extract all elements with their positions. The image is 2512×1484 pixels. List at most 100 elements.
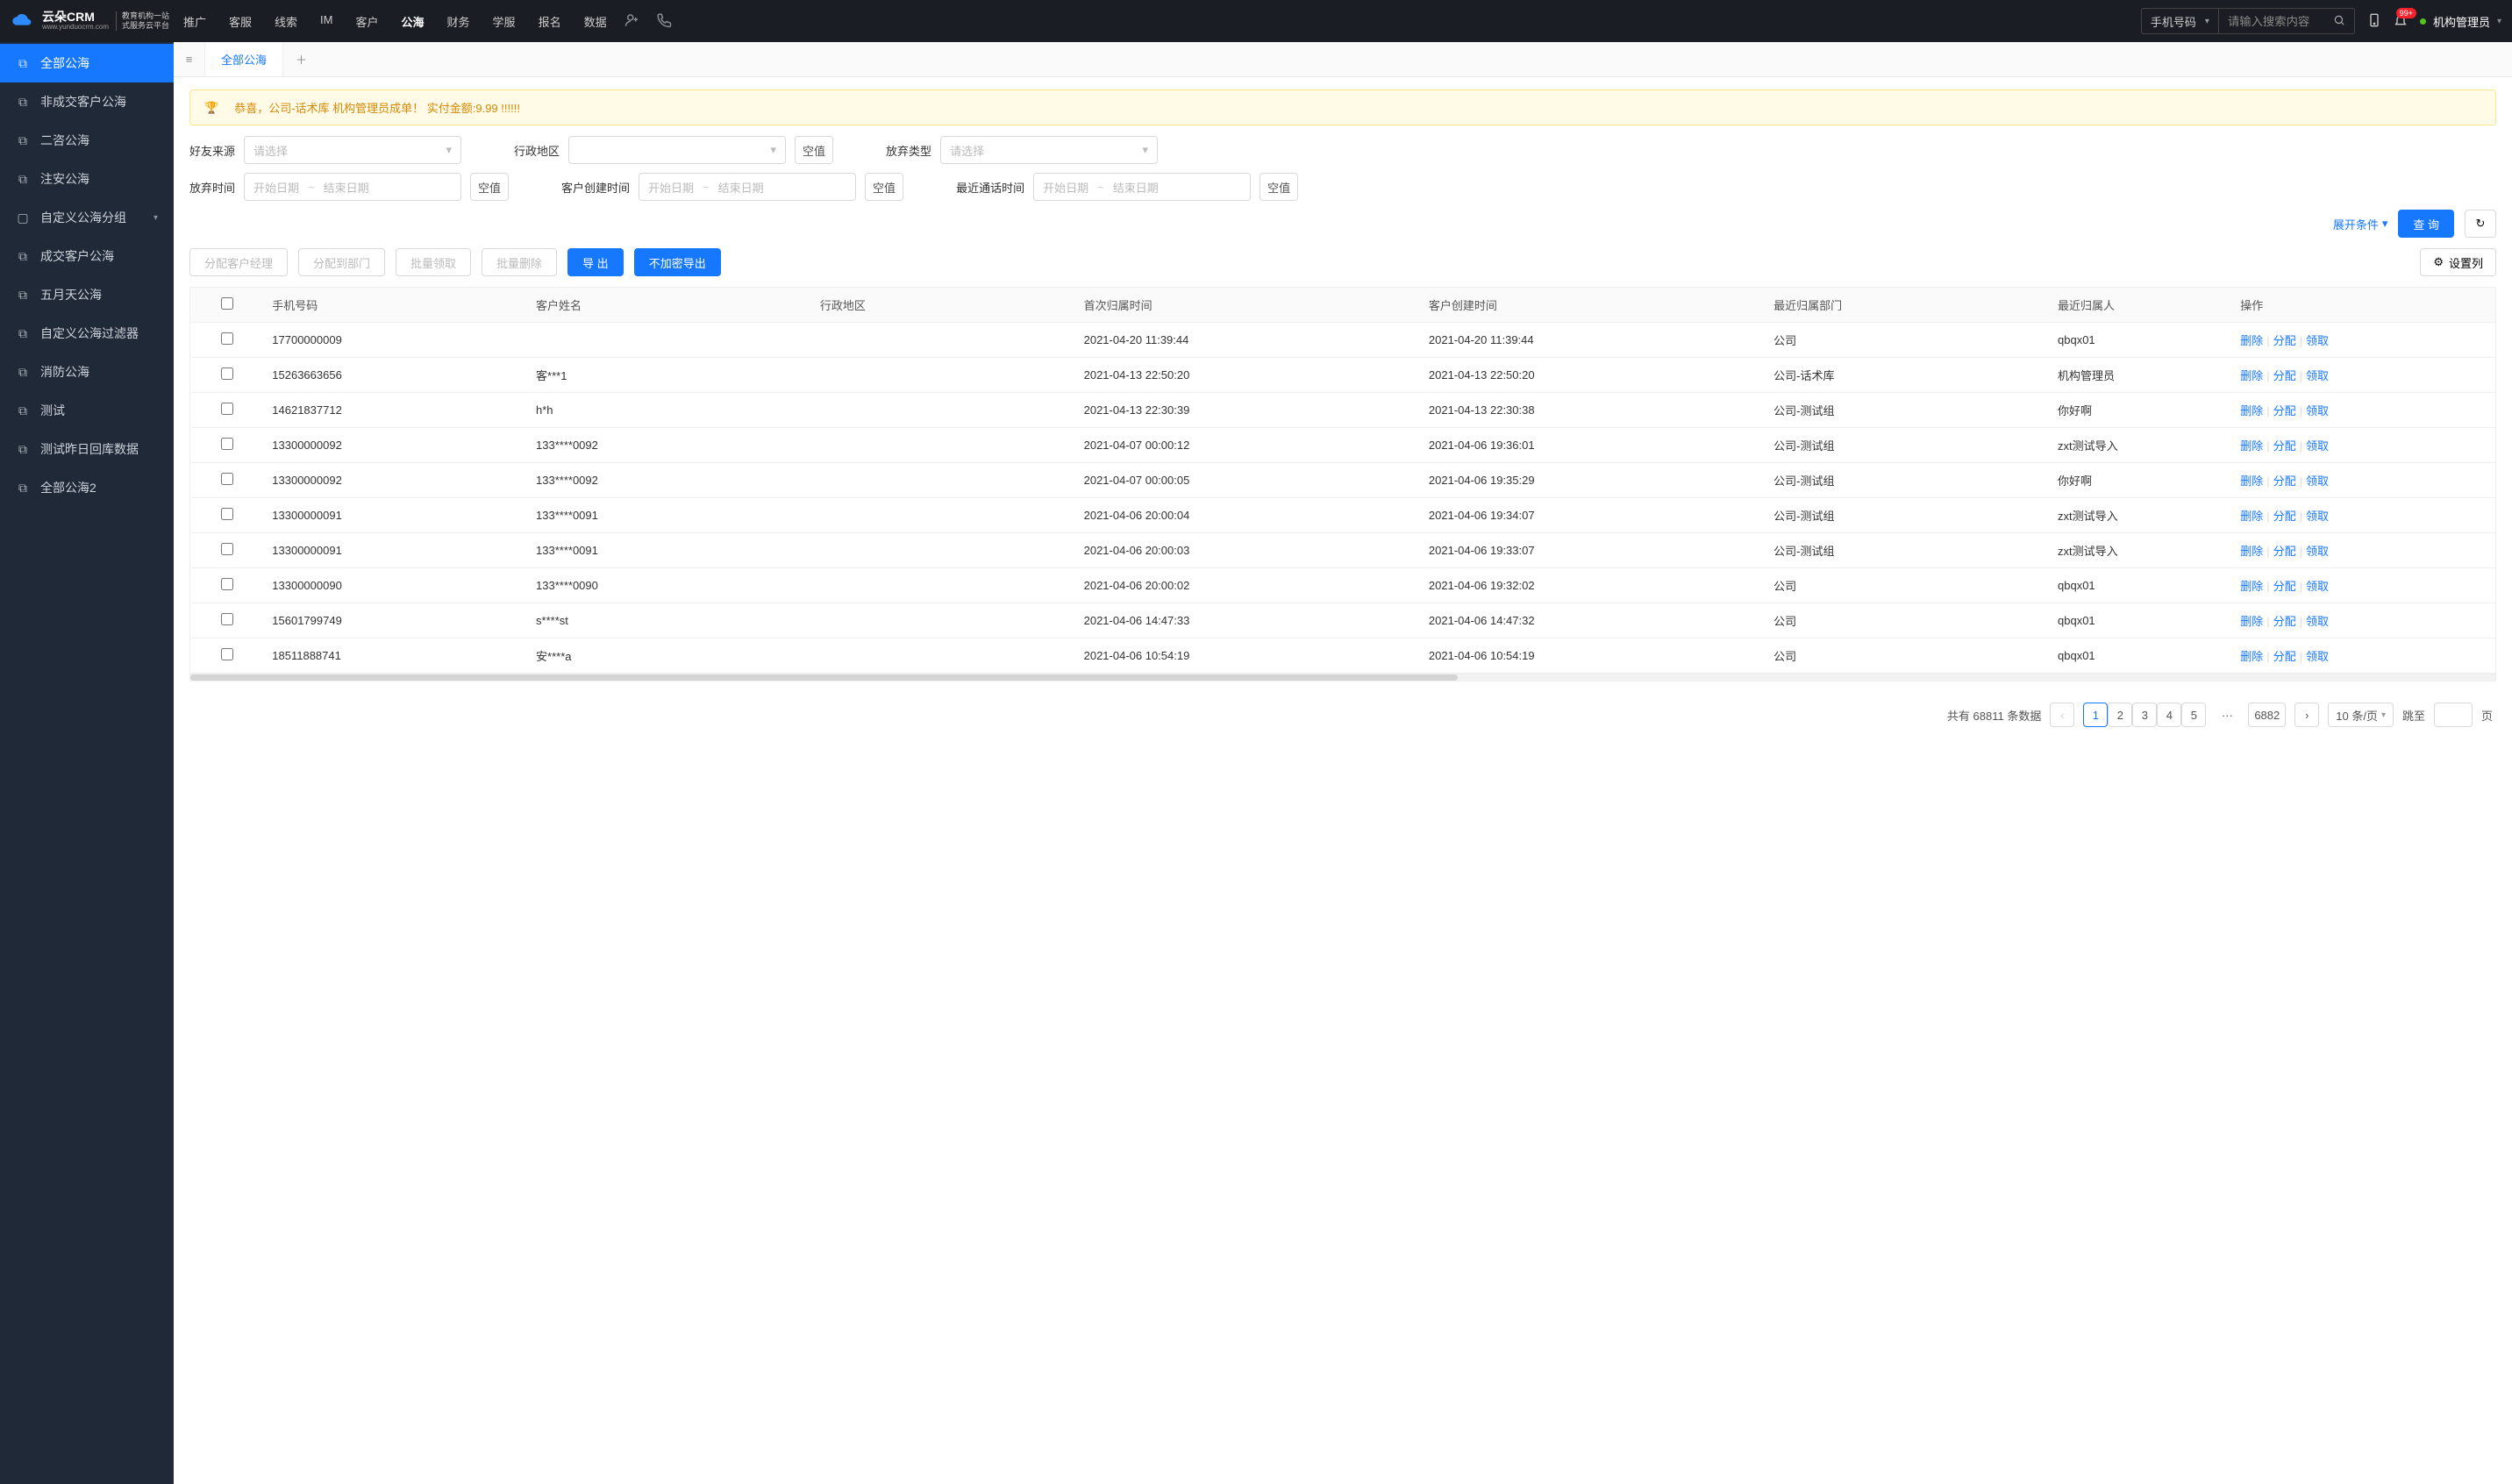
row-claim-link[interactable]: 领取 bbox=[2306, 369, 2329, 382]
notification-bell[interactable]: 99+ bbox=[2394, 13, 2408, 30]
page-number[interactable]: 2 bbox=[2108, 703, 2132, 727]
nav-item-推广[interactable]: 推广 bbox=[182, 13, 208, 30]
row-assign-link[interactable]: 分配 bbox=[2273, 580, 2296, 593]
friend-source-select[interactable]: 请选择▾ bbox=[244, 136, 461, 164]
nav-item-公海[interactable]: 公海 bbox=[400, 13, 426, 30]
row-assign-link[interactable]: 分配 bbox=[2273, 404, 2296, 417]
create-time-range[interactable]: 开始日期~结束日期 bbox=[639, 173, 856, 201]
sidebar-item[interactable]: ⧉五月天公海 bbox=[0, 275, 174, 314]
sidebar-item[interactable]: ⧉成交客户公海 bbox=[0, 237, 174, 275]
row-delete-link[interactable]: 删除 bbox=[2240, 615, 2263, 628]
row-delete-link[interactable]: 删除 bbox=[2240, 650, 2263, 663]
add-user-icon[interactable] bbox=[624, 12, 640, 31]
assign-dept-button[interactable]: 分配到部门 bbox=[298, 248, 385, 276]
search-input[interactable] bbox=[2219, 9, 2324, 33]
refresh-button[interactable]: ↻ bbox=[2465, 210, 2496, 238]
collapse-sidebar-icon[interactable]: ≡ bbox=[174, 42, 205, 76]
row-delete-link[interactable]: 删除 bbox=[2240, 369, 2263, 382]
abandon-time-range[interactable]: 开始日期~结束日期 bbox=[244, 173, 461, 201]
page-number[interactable]: 4 bbox=[2157, 703, 2181, 727]
sidebar-item[interactable]: ⧉消防公海 bbox=[0, 353, 174, 391]
batch-claim-button[interactable]: 批量领取 bbox=[396, 248, 471, 276]
sidebar-item[interactable]: ⧉测试 bbox=[0, 391, 174, 430]
row-assign-link[interactable]: 分配 bbox=[2273, 334, 2296, 347]
nav-item-客户[interactable]: 客户 bbox=[354, 13, 381, 30]
nav-item-数据[interactable]: 数据 bbox=[582, 13, 609, 30]
search-icon[interactable] bbox=[2324, 14, 2354, 29]
row-checkbox[interactable] bbox=[190, 463, 263, 498]
row-checkbox[interactable] bbox=[190, 358, 263, 393]
row-claim-link[interactable]: 领取 bbox=[2306, 439, 2329, 453]
tab-add-icon[interactable]: ＋ bbox=[283, 51, 319, 68]
row-claim-link[interactable]: 领取 bbox=[2306, 510, 2329, 523]
row-delete-link[interactable]: 删除 bbox=[2240, 474, 2263, 488]
logo[interactable]: 云朵CRM www.yunduocrm.com 教育机构一站式服务云平台 bbox=[11, 11, 173, 32]
page-ellipsis[interactable]: ··· bbox=[2215, 703, 2239, 727]
row-delete-link[interactable]: 删除 bbox=[2240, 439, 2263, 453]
sidebar-item[interactable]: ⧉二咨公海 bbox=[0, 121, 174, 160]
row-checkbox[interactable] bbox=[190, 498, 263, 533]
row-assign-link[interactable]: 分配 bbox=[2273, 545, 2296, 558]
region-null-button[interactable]: 空值 bbox=[795, 136, 833, 164]
row-checkbox[interactable] bbox=[190, 603, 263, 639]
search-type-select[interactable]: 手机号码 bbox=[2142, 9, 2219, 33]
page-number[interactable]: 1 bbox=[2083, 703, 2108, 727]
page-number[interactable]: 3 bbox=[2132, 703, 2157, 727]
row-checkbox[interactable] bbox=[190, 533, 263, 568]
select-all-checkbox[interactable] bbox=[190, 288, 263, 323]
query-button[interactable]: 查 询 bbox=[2398, 210, 2454, 238]
tab-active[interactable]: 全部公海 bbox=[205, 42, 283, 76]
row-assign-link[interactable]: 分配 bbox=[2273, 474, 2296, 488]
sidebar-item[interactable]: ⧉测试昨日回库数据 bbox=[0, 430, 174, 468]
create-time-null-button[interactable]: 空值 bbox=[865, 173, 903, 201]
row-claim-link[interactable]: 领取 bbox=[2306, 404, 2329, 417]
row-delete-link[interactable]: 删除 bbox=[2240, 404, 2263, 417]
abandon-time-null-button[interactable]: 空值 bbox=[470, 173, 509, 201]
row-checkbox[interactable] bbox=[190, 568, 263, 603]
row-assign-link[interactable]: 分配 bbox=[2273, 439, 2296, 453]
page-prev[interactable]: ‹ bbox=[2050, 703, 2074, 727]
row-claim-link[interactable]: 领取 bbox=[2306, 615, 2329, 628]
sidebar-item[interactable]: ⧉自定义公海过滤器 bbox=[0, 314, 174, 353]
column-settings-button[interactable]: ⚙设置列 bbox=[2420, 248, 2496, 276]
region-select[interactable]: ▾ bbox=[568, 136, 786, 164]
export-button[interactable]: 导 出 bbox=[567, 248, 624, 276]
sidebar-item[interactable]: ⧉全部公海2 bbox=[0, 468, 174, 507]
row-assign-link[interactable]: 分配 bbox=[2273, 650, 2296, 663]
batch-delete-button[interactable]: 批量删除 bbox=[482, 248, 557, 276]
row-assign-link[interactable]: 分配 bbox=[2273, 369, 2296, 382]
page-size-select[interactable]: 10 条/页 bbox=[2328, 703, 2394, 727]
last-call-range[interactable]: 开始日期~结束日期 bbox=[1033, 173, 1251, 201]
sidebar-item[interactable]: ▢自定义公海分组▾ bbox=[0, 198, 174, 237]
nav-item-财务[interactable]: 财务 bbox=[446, 13, 472, 30]
nav-item-报名[interactable]: 报名 bbox=[537, 13, 563, 30]
page-number[interactable]: 5 bbox=[2181, 703, 2206, 727]
page-jump-input[interactable] bbox=[2434, 703, 2473, 727]
mobile-icon[interactable] bbox=[2367, 13, 2381, 30]
nav-item-IM[interactable]: IM bbox=[318, 13, 334, 30]
row-checkbox[interactable] bbox=[190, 323, 263, 358]
user-menu[interactable]: 机构管理员 ▾ bbox=[2420, 13, 2501, 30]
row-claim-link[interactable]: 领取 bbox=[2306, 334, 2329, 347]
row-claim-link[interactable]: 领取 bbox=[2306, 580, 2329, 593]
phone-icon[interactable] bbox=[656, 12, 672, 31]
row-claim-link[interactable]: 领取 bbox=[2306, 545, 2329, 558]
page-next[interactable]: › bbox=[2294, 703, 2319, 727]
page-last[interactable]: 6882 bbox=[2248, 703, 2286, 727]
assign-manager-button[interactable]: 分配客户经理 bbox=[189, 248, 288, 276]
row-delete-link[interactable]: 删除 bbox=[2240, 580, 2263, 593]
nav-item-线索[interactable]: 线索 bbox=[273, 13, 299, 30]
row-delete-link[interactable]: 删除 bbox=[2240, 545, 2263, 558]
export-plain-button[interactable]: 不加密导出 bbox=[634, 248, 721, 276]
row-claim-link[interactable]: 领取 bbox=[2306, 650, 2329, 663]
row-claim-link[interactable]: 领取 bbox=[2306, 474, 2329, 488]
nav-item-学服[interactable]: 学服 bbox=[491, 13, 517, 30]
sidebar-item[interactable]: ⧉注安公海 bbox=[0, 160, 174, 198]
expand-filters-link[interactable]: 展开条件▾ bbox=[2333, 216, 2388, 232]
horizontal-scrollbar[interactable] bbox=[190, 674, 2495, 681]
abandon-type-select[interactable]: 请选择▾ bbox=[940, 136, 1158, 164]
row-assign-link[interactable]: 分配 bbox=[2273, 510, 2296, 523]
row-checkbox[interactable] bbox=[190, 639, 263, 674]
last-call-null-button[interactable]: 空值 bbox=[1260, 173, 1298, 201]
sidebar-item[interactable]: ⧉全部公海 bbox=[0, 44, 174, 82]
